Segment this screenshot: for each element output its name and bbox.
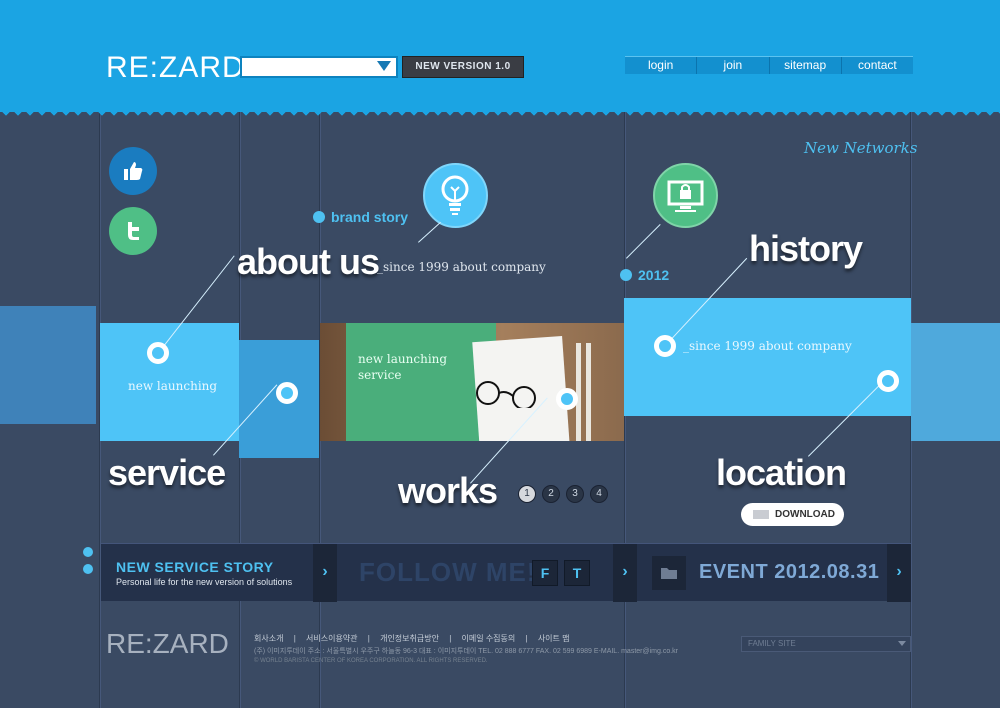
follow-title: FOLLOW ME! <box>359 557 537 587</box>
nav-contact[interactable]: contact <box>840 57 913 74</box>
dropdown-arrow-icon <box>898 641 906 646</box>
pager-2[interactable]: 2 <box>542 485 560 503</box>
ring-marker[interactable] <box>556 388 578 410</box>
chevron-right-icon[interactable]: › <box>313 544 337 602</box>
history-block[interactable] <box>624 298 911 416</box>
event-title: EVENT 2012.08.31 <box>699 561 880 583</box>
footer-link[interactable]: 개인정보취급방안 <box>380 634 439 643</box>
story-subtitle: Personal life for the new version of sol… <box>116 577 293 587</box>
top-nav: login join sitemap contact <box>625 56 913 74</box>
lightbulb-icon <box>423 163 488 228</box>
brand-story-link[interactable]: brand story <box>313 209 408 225</box>
nav-join[interactable]: join <box>696 57 768 74</box>
download-arrow-icon <box>753 510 769 519</box>
footer-link[interactable]: 서비스이용약관 <box>306 634 358 643</box>
twitter-button[interactable] <box>109 207 157 255</box>
footer-separator: | <box>367 634 370 643</box>
footer-separator: | <box>525 634 528 643</box>
ring-marker[interactable] <box>276 382 298 404</box>
site-logo[interactable]: RE:ZARD <box>106 51 245 85</box>
follow-me-bar: FOLLOW ME! › <box>337 543 637 602</box>
footer-copyright: © WORLD BARISTA CENTER OF KOREA CORPORAT… <box>254 658 488 664</box>
footer-address: (주) 이미지투데이 주소 : 서울특별시 우주구 하늘동 96-3 대표 : … <box>254 648 678 655</box>
new-service-story-bar[interactable]: NEW SERVICE STORY Personal life for the … <box>101 543 337 602</box>
follow-facebook-button[interactable]: F <box>532 560 558 586</box>
header-zigzag-edge <box>0 110 1000 122</box>
dot-icon <box>83 564 93 574</box>
family-site-select[interactable]: FAMILY SITE <box>741 636 911 652</box>
footer-links: 회사소개 | 서비스이용약관 | 개인정보취급방안 | 이메일 수집동의 | 사… <box>254 633 577 644</box>
pager-3[interactable]: 3 <box>566 485 584 503</box>
pencil-image <box>576 343 581 441</box>
dot-icon <box>620 269 632 281</box>
history-title[interactable]: history <box>749 228 863 270</box>
thumbs-up-icon <box>109 147 157 195</box>
event-bar[interactable]: EVENT 2012.08.31 › <box>637 543 911 602</box>
footer-link[interactable]: 회사소개 <box>254 634 283 643</box>
works-photo[interactable]: new launching service <box>320 323 624 441</box>
facebook-like-button[interactable] <box>109 147 157 195</box>
folder-icon <box>652 556 686 590</box>
connector-line <box>626 224 661 259</box>
footer-link[interactable]: 사이트 맵 <box>538 634 570 643</box>
dot-icon <box>313 211 325 223</box>
works-title[interactable]: works <box>398 470 498 512</box>
twitter-t-icon <box>109 207 157 255</box>
side-block <box>911 323 1000 441</box>
about-subtitle: _since 1999 about company <box>377 260 546 274</box>
story-title: NEW SERVICE STORY <box>116 559 274 575</box>
history-subtitle: _since 1999 about company <box>683 339 852 353</box>
version-button[interactable]: NEW VERSION 1.0 <box>402 56 524 78</box>
pencil-image <box>586 343 591 441</box>
side-block <box>0 306 96 424</box>
photo-caption: new launching service <box>358 352 448 382</box>
dot-icon <box>83 547 93 557</box>
location-title[interactable]: location <box>716 452 847 494</box>
nav-sitemap[interactable]: sitemap <box>768 57 841 74</box>
dropdown-arrow-icon <box>377 61 391 71</box>
chevron-right-icon[interactable]: › <box>887 544 911 602</box>
ring-marker[interactable] <box>877 370 899 392</box>
pager-1[interactable]: 1 <box>518 485 536 503</box>
year-label: 2012 <box>620 267 669 283</box>
monitor-lock-icon <box>653 163 718 228</box>
footer-link[interactable]: 이메일 수집동의 <box>462 634 516 643</box>
about-us-title[interactable]: about us <box>237 241 380 283</box>
ring-marker[interactable] <box>654 335 676 357</box>
download-button[interactable]: DOWNLOAD <box>741 503 844 526</box>
chevron-right-icon[interactable]: › <box>613 544 637 602</box>
service-title[interactable]: service <box>108 452 226 494</box>
tagline: New Networks <box>804 139 918 157</box>
new-launching-label: new launching <box>128 379 218 393</box>
footer-separator: | <box>293 634 296 643</box>
nav-login[interactable]: login <box>625 57 696 74</box>
ring-marker[interactable] <box>147 342 169 364</box>
footer-logo: RE:ZARD <box>106 628 229 659</box>
header-select[interactable] <box>240 56 398 78</box>
follow-twitter-button[interactable]: T <box>564 560 590 586</box>
footer-separator: | <box>449 634 452 643</box>
pager-4[interactable]: 4 <box>590 485 608 503</box>
